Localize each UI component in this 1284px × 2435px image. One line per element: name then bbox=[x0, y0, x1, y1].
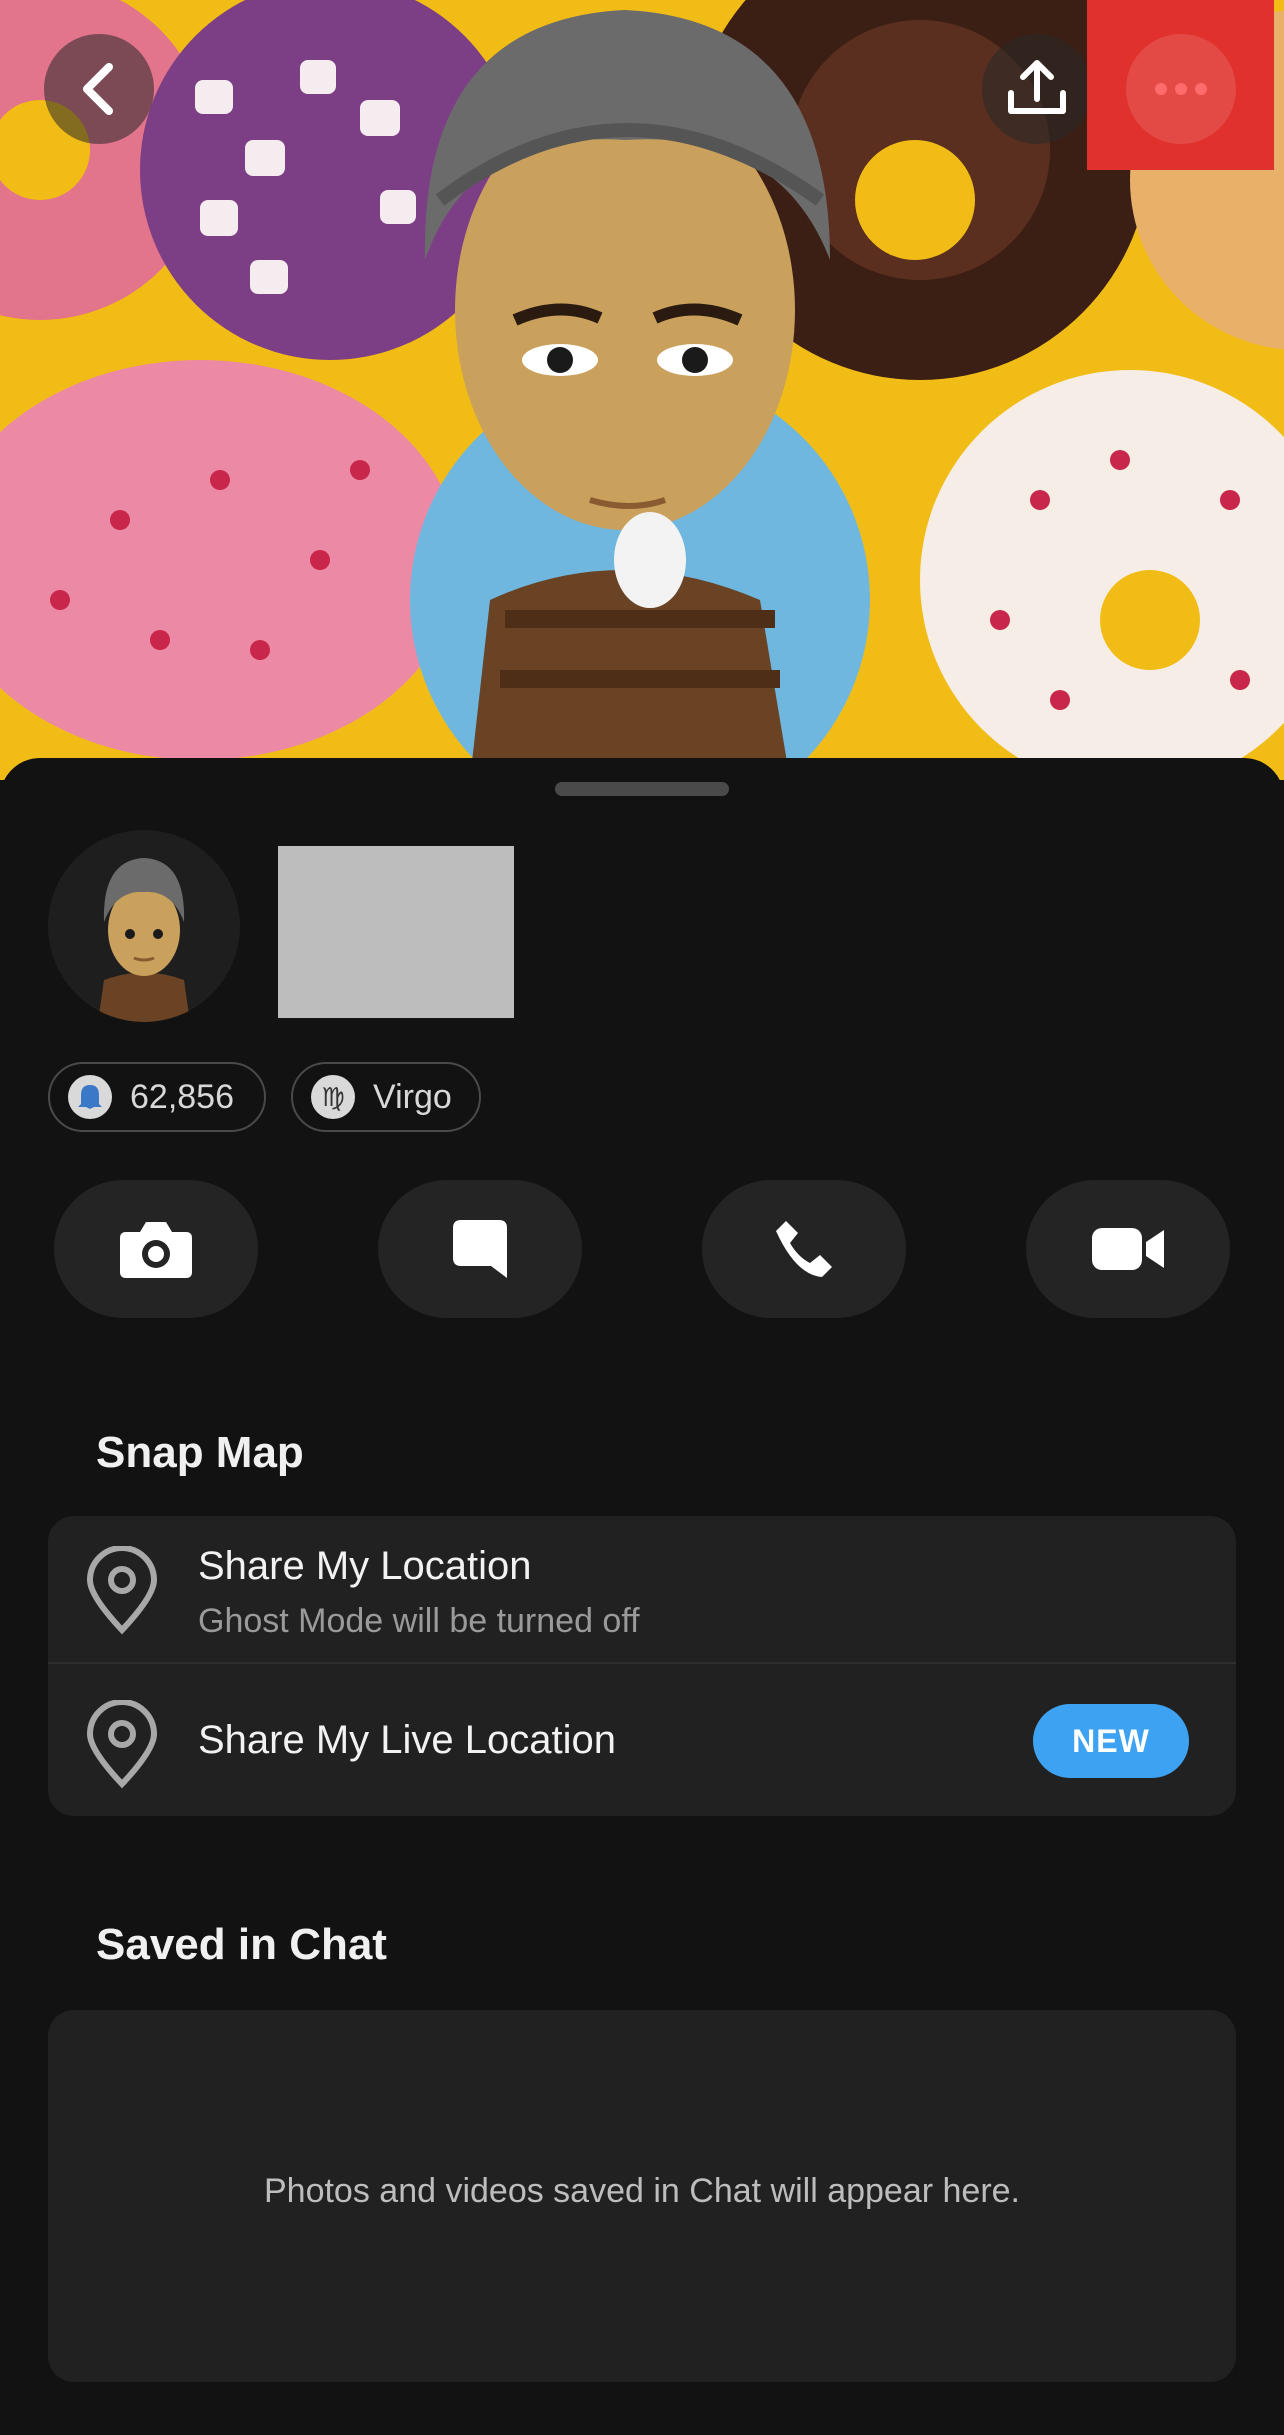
saved-in-chat-heading: Saved in Chat bbox=[96, 1920, 387, 1969]
share-button[interactable] bbox=[982, 34, 1092, 144]
more-dot bbox=[1175, 83, 1187, 95]
profile-banner bbox=[0, 0, 1284, 780]
drag-handle[interactable] bbox=[555, 782, 729, 796]
share-location-row[interactable]: Share My Location Ghost Mode will be tur… bbox=[48, 1516, 1236, 1664]
location-pin-icon bbox=[86, 1546, 158, 1635]
more-dot bbox=[1195, 83, 1207, 95]
location-pin-icon bbox=[86, 1700, 158, 1789]
snap-map-card: Share My Location Ghost Mode will be tur… bbox=[48, 1516, 1236, 1816]
more-options-button[interactable] bbox=[1126, 34, 1236, 144]
more-horizontal-icon bbox=[1155, 83, 1167, 95]
zodiac-label: Virgo bbox=[373, 1077, 452, 1116]
chat-button[interactable] bbox=[378, 1180, 582, 1318]
camera-icon bbox=[120, 1222, 192, 1278]
profile-sheet: 62,856 ♍ Virgo Snap Map Share My Locatio… bbox=[0, 758, 1284, 2435]
display-name-redacted bbox=[278, 846, 514, 1018]
snap-score-chip[interactable]: 62,856 bbox=[48, 1062, 266, 1132]
saved-in-chat-card: Photos and videos saved in Chat will app… bbox=[48, 2010, 1236, 2382]
saved-in-chat-empty-text: Photos and videos saved in Chat will app… bbox=[263, 2172, 1021, 2210]
snap-map-heading: Snap Map bbox=[96, 1428, 304, 1477]
new-badge: NEW bbox=[1033, 1704, 1189, 1778]
chat-icon bbox=[453, 1220, 507, 1278]
call-button[interactable] bbox=[702, 1180, 906, 1318]
zodiac-chip[interactable]: ♍ Virgo bbox=[291, 1062, 481, 1132]
share-live-location-row[interactable]: Share My Live Location NEW bbox=[48, 1664, 1236, 1816]
phone-icon bbox=[776, 1221, 832, 1277]
ghost-icon bbox=[68, 1075, 112, 1119]
camera-button[interactable] bbox=[54, 1180, 258, 1318]
virgo-icon: ♍ bbox=[311, 1075, 355, 1119]
snap-score-value: 62,856 bbox=[130, 1077, 234, 1116]
share-location-subtitle: Ghost Mode will be turned off bbox=[198, 1602, 640, 1640]
chevron-left-icon bbox=[83, 63, 113, 115]
back-button[interactable] bbox=[44, 34, 154, 144]
bitmoji-avatar-large bbox=[424, 10, 830, 780]
avatar[interactable] bbox=[48, 830, 240, 1022]
share-live-location-title: Share My Live Location bbox=[198, 1718, 617, 1762]
video-call-button[interactable] bbox=[1026, 1180, 1230, 1318]
video-icon bbox=[1092, 1228, 1164, 1270]
bitmoji-avatar-icon bbox=[48, 830, 240, 1022]
upload-icon bbox=[1008, 60, 1066, 114]
share-location-title: Share My Location bbox=[198, 1544, 532, 1588]
